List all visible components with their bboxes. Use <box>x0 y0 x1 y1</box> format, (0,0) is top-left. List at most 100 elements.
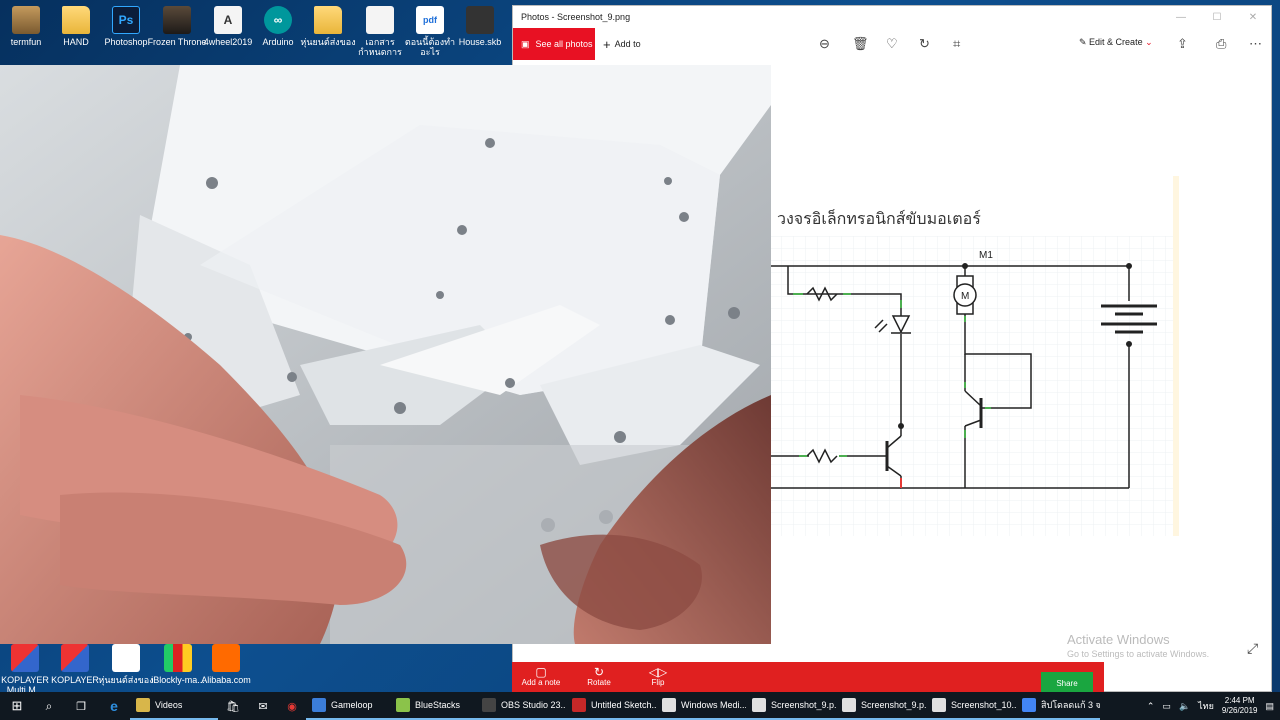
clock-time: 2:44 PM <box>1224 696 1255 705</box>
taskbar-app-label: BlueStacks <box>415 700 461 710</box>
activate-title: Activate Windows <box>1067 632 1170 647</box>
rotate-label: Rotate <box>587 678 611 687</box>
task-view-icon: ❐ <box>76 700 86 713</box>
taskbar-apps-secondary: Gameloop BlueStacks OBS Studio 23.... Untit… <box>306 692 1100 720</box>
print-icon[interactable]: ⎙ <box>1216 36 1226 52</box>
doc-icon: A <box>214 6 242 34</box>
desktop-icon-label: หุ่นยนต์ส่งของ <box>98 675 154 685</box>
flip-label: Flip <box>651 678 665 687</box>
taskbar-app-label: Screenshot_10.... <box>951 700 1016 710</box>
window-title: Photos - Screenshot_9.png <box>521 12 631 22</box>
note-icon: ▢ <box>535 665 547 679</box>
start-button[interactable]: ⊞ <box>0 692 34 720</box>
app-icon <box>396 698 410 712</box>
taskbar-app[interactable]: Screenshot_9.p... <box>836 692 926 720</box>
taskbar-app-label: Untitled Sketch... <box>591 700 656 710</box>
ko-icon <box>11 644 39 672</box>
clock[interactable]: 2:44 PM 9/26/2019 <box>1222 696 1258 716</box>
see-all-photos-button[interactable]: ▣ See all photos <box>513 28 595 60</box>
taskbar-app[interactable]: สิปโดลดแก้ 3 จาก... <box>1016 692 1100 720</box>
taskbar-app-label: สิปโดลดแก้ 3 จาก... <box>1041 700 1100 710</box>
share-button[interactable]: Share <box>1041 672 1093 692</box>
app-icon <box>662 698 676 712</box>
add-note-button[interactable]: ▢ Add a note <box>516 666 566 687</box>
circuit-schematic-image: วงจรอิเล็กทรอนิกส์ขับมอเตอร์ M1 M <box>769 176 1189 536</box>
photos-toolbar: ▣ See all photos + Add to ⊖ 🗑 ♡ ↻ ⌗ ✎ Ed… <box>513 28 1271 60</box>
activate-windows-watermark: Activate Windows Go to Settings to activ… <box>1067 632 1209 659</box>
taskbar-app[interactable]: Gameloop <box>306 692 390 720</box>
task-view-button[interactable]: ❐ <box>64 692 98 720</box>
ps-icon: Ps <box>112 6 140 34</box>
pdf-icon: pdf <box>416 6 444 34</box>
system-tray: ⌃ ▭ 🔈 ไทย 2:44 PM 9/26/2019 ▤ <box>1147 696 1280 716</box>
game-icon <box>163 6 191 34</box>
arduino-icon: ∞ <box>264 6 292 34</box>
app-icon <box>482 698 496 712</box>
taskbar-app[interactable]: Untitled Sketch... <box>566 692 656 720</box>
app-icon <box>842 698 856 712</box>
taskbar-app[interactable]: Windows Medi... <box>656 692 746 720</box>
taskbar-apps-primary: Videos <box>130 692 218 720</box>
desktop-icon[interactable]: หุ่นยนต์ส่งของ <box>96 644 156 685</box>
app-icon <box>1022 698 1036 712</box>
photo-actions-bar: ▢ Add a note ↻ Rotate ◁▷ Flip <box>512 662 1104 692</box>
taskbar-app-label: Gameloop <box>331 700 373 710</box>
taskbar-app[interactable]: Screenshot_9.p... <box>746 692 836 720</box>
motor-label: M1 <box>979 250 993 261</box>
language-indicator[interactable]: ไทย <box>1198 699 1214 713</box>
ali-icon <box>212 644 240 672</box>
photos-titlebar: Photos - Screenshot_9.png — ☐ ✕ <box>513 6 1271 28</box>
chevron-down-icon: ⌄ <box>1142 37 1153 47</box>
edge-button[interactable]: e <box>98 692 130 720</box>
desktop-icon[interactable]: House.skb <box>450 6 510 47</box>
see-all-label: See all photos <box>535 39 593 49</box>
favorite-icon[interactable]: ♡ <box>886 36 898 52</box>
doc-icon <box>366 6 394 34</box>
crop-icon[interactable]: ⌗ <box>953 36 960 52</box>
chevron-up-icon[interactable]: ⌃ <box>1147 701 1155 712</box>
webcam-video-overlay <box>0 65 771 644</box>
desktop-icon-label: House.skb <box>458 37 502 47</box>
zoom-icon[interactable]: ⊖ <box>819 36 830 52</box>
close-icon[interactable]: ✕ <box>1235 12 1271 23</box>
taskbar-app-label: OBS Studio 23.... <box>501 700 566 710</box>
edit-create-button[interactable]: ✎ Edit & Create ⌄ <box>1079 37 1153 48</box>
more-icon[interactable]: ⋯ <box>1249 36 1262 52</box>
taskbar-app[interactable]: Screenshot_10.... <box>926 692 1016 720</box>
app-icon <box>752 698 766 712</box>
windows-logo-icon: ⊞ <box>11 698 23 713</box>
taskbar-app-label: Windows Medi... <box>681 700 746 710</box>
plus-icon: + <box>603 36 611 52</box>
desktop-icon-label: หุ่นยนต์ส่งของ <box>300 37 356 47</box>
mail-button[interactable]: ✉ <box>248 692 278 720</box>
activate-subtitle: Go to Settings to activate Windows. <box>1067 649 1210 659</box>
ko-icon <box>61 644 89 672</box>
rotate-bar-icon: ↻ <box>593 665 605 679</box>
flip-button[interactable]: ◁▷ Flip <box>633 666 683 687</box>
taskbar-app[interactable]: OBS Studio 23.... <box>476 692 566 720</box>
folder-icon <box>62 6 90 34</box>
desktop-icon[interactable]: Alibaba.com <box>196 644 256 685</box>
desktop-icon[interactable]: หุ่นยนต์ส่งของ <box>298 6 358 47</box>
add-to-button[interactable]: + Add to <box>603 37 641 52</box>
taskbar-app[interactable]: BlueStacks <box>390 692 476 720</box>
search-button[interactable]: ⌕ <box>34 692 64 720</box>
volume-icon[interactable]: 🔈 <box>1179 701 1190 712</box>
share-icon[interactable]: ⇪ <box>1177 36 1188 52</box>
taskbar: ⊞ ⌕ ❐ e Videos 🛍 ✉ ◉ Gameloop BlueStacks O… <box>0 692 1280 720</box>
maximize-icon[interactable]: ☐ <box>1199 12 1235 23</box>
taskbar-app[interactable]: Videos <box>130 692 218 720</box>
edit-create-label: Edit & Create <box>1089 37 1143 47</box>
photo-icon: ▣ <box>521 38 530 49</box>
network-icon[interactable]: ▭ <box>1162 701 1171 712</box>
rotate-button[interactable]: ↻ Rotate <box>574 666 624 687</box>
rotate-icon[interactable]: ↻ <box>919 36 930 52</box>
user-icon <box>12 6 40 34</box>
minimize-icon[interactable]: — <box>1163 12 1199 23</box>
fullscreen-icon[interactable]: ⤢ <box>1247 640 1258 657</box>
clock-date: 9/26/2019 <box>1221 706 1258 715</box>
game-button[interactable]: ◉ <box>278 692 306 720</box>
notifications-icon[interactable]: ▤ <box>1265 701 1274 712</box>
delete-icon[interactable]: 🗑 <box>852 36 869 52</box>
store-button[interactable]: 🛍 <box>218 692 248 720</box>
